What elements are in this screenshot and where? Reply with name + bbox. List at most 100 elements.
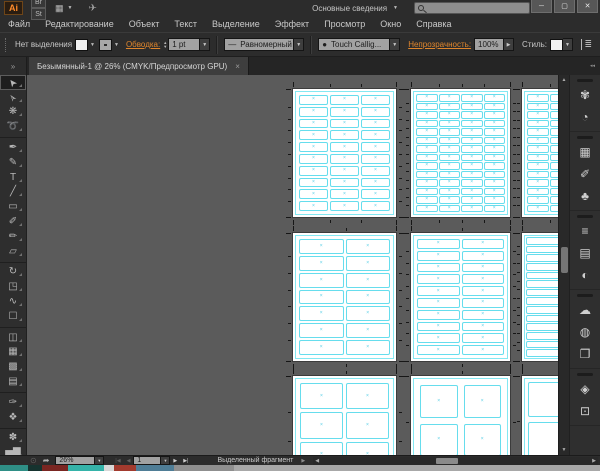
stroke-weight-field[interactable]: 1 pt [168,38,201,51]
control-bar-menu-icon[interactable]: ≣ [581,39,592,50]
stroke-weight-dropdown[interactable]: ▼ [200,38,211,51]
tool-gradient[interactable]: ▤ [0,374,26,389]
tool-eyedropper[interactable]: ✑ [0,395,26,410]
dock-grip[interactable] [577,215,593,218]
gradient-panel-icon[interactable]: ▤ [570,242,600,264]
chevron-down-icon[interactable]: ▼ [114,42,119,48]
bridge-button[interactable]: Br [31,0,46,8]
tool-rectangle[interactable]: ▭ [0,199,26,214]
close-icon[interactable]: × [235,62,240,71]
zoom-percent-icon[interactable]: ⊙ [30,456,37,465]
horizontal-scrollbar[interactable]: ◀ ▶ [313,456,598,466]
tab-bar-collapse-icon[interactable]: ◂◂ [590,63,600,69]
menu-object[interactable]: Объект [129,19,160,29]
stroke-color-swatch[interactable] [99,38,112,51]
appearance-panel-icon[interactable]: ◍ [570,321,600,343]
tool-paintbrush[interactable]: ✐ [0,214,26,229]
scroll-down-icon[interactable]: ▼ [559,445,569,455]
dock-grip[interactable] [577,136,593,139]
cc-libraries-panel-icon[interactable]: ☁ [570,299,600,321]
canvas[interactable] [27,75,558,455]
tool-magic-wand[interactable]: ❋ [0,105,26,120]
tool-lasso[interactable]: ➰ [0,119,26,134]
menu-file[interactable]: Файл [8,19,30,29]
tool-selection[interactable]: ➤ [0,75,26,90]
first-artboard-button[interactable]: |◀ [115,458,120,464]
stroke-weight-stepper[interactable]: ▲ ▼ [163,40,167,49]
opacity-panel-link[interactable]: Непрозрачность: [408,40,471,49]
prev-artboard-button[interactable]: ◀ [127,458,131,464]
tool-curvature[interactable]: ✎ [0,155,26,170]
style-swatch[interactable] [550,38,564,51]
dock-grip[interactable] [577,294,593,297]
opacity-field[interactable]: 100% [474,38,505,51]
artboards-panel-icon[interactable]: ⊡ [570,400,600,422]
close-button[interactable]: ✕ [577,0,598,13]
next-artboard-button[interactable]: ▶ [173,458,177,464]
vertical-scrollbar-thumb[interactable] [561,247,568,273]
graphic-styles-panel-icon[interactable]: ❐ [570,343,600,365]
tool-column-graph[interactable]: ▅▇ [0,445,26,455]
menu-help[interactable]: Справка [416,19,451,29]
tool-shape-builder[interactable]: ◫ [0,330,26,345]
minimize-button[interactable]: ─ [531,0,552,13]
fill-color-swatch[interactable] [75,38,89,51]
brushes-panel-icon[interactable]: ✐ [570,163,600,185]
workspace-switcher[interactable]: Основные сведения ▼ [312,4,402,13]
search-input[interactable] [414,2,530,14]
tool-scale[interactable]: ◳ [0,279,26,294]
zoom-level-field[interactable]: 26% [55,456,96,465]
swatches-panel-icon[interactable]: ▦ [570,141,600,163]
status-popup-icon[interactable]: ▶ [301,458,305,464]
tool-width[interactable]: ∿ [0,294,26,309]
color-panel-icon[interactable]: ✾ [570,84,600,106]
brush-definition-dropdown[interactable]: ● Touch Callig... [318,38,391,51]
dock-grip[interactable] [577,373,593,376]
chevron-down-icon[interactable]: ▼ [90,42,95,48]
menu-edit[interactable]: Редактирование [45,19,114,29]
tool-rotate[interactable]: ↻ [0,265,26,280]
stroke-panel-icon[interactable]: ≡ [570,220,600,242]
artboard-number-dropdown[interactable]: ▼ [161,456,171,465]
menu-window[interactable]: Окно [380,19,401,29]
tool-type[interactable]: T [0,170,26,185]
color-guide-panel-icon[interactable]: ◔ [570,106,600,128]
dock-grip[interactable] [577,79,593,82]
menu-type[interactable]: Текст [174,19,197,29]
scroll-right-icon[interactable]: ▶ [592,456,596,466]
layers-panel-icon[interactable]: ◈ [570,378,600,400]
gpu-performance-icon[interactable]: ✈ [88,3,96,14]
width-profile-dropdown[interactable]: — Равномерный [224,38,295,51]
style-caret[interactable]: ▼ [563,38,574,51]
tool-free-transform[interactable]: ☐ [0,309,26,324]
symbols-panel-icon[interactable]: ♣ [570,185,600,207]
tools-panel-expand-icon[interactable]: » [0,57,27,75]
maximize-button[interactable]: ▢ [554,0,575,13]
tool-direct-selection[interactable]: ➢ [0,90,26,105]
tool-line-segment[interactable]: ╱ [0,185,26,200]
menu-view[interactable]: Просмотр [324,19,365,29]
tool-pencil[interactable]: ✏ [0,229,26,244]
transparency-panel-icon[interactable]: ◐ [570,264,600,286]
vertical-scrollbar[interactable]: ▲ ▼ [558,75,569,455]
scroll-left-icon[interactable]: ◀ [315,456,319,466]
tool-mesh[interactable]: ▩ [0,359,26,374]
menu-effect[interactable]: Эффект [275,19,309,29]
tool-perspective-grid[interactable]: ▦ [0,345,26,360]
opacity-slider-button[interactable]: ▶ [504,38,515,51]
tool-symbol-sprayer[interactable]: ✽ [0,431,26,446]
brush-definition-caret[interactable]: ▼ [390,38,401,51]
zoom-level-dropdown[interactable]: ▼ [95,456,105,465]
width-profile-caret[interactable]: ▼ [294,38,305,51]
last-artboard-button[interactable]: ▶| [183,458,188,464]
tool-pen[interactable]: ✒ [0,140,26,155]
artboard-number-field[interactable]: 1 [133,456,162,465]
arrange-documents-button[interactable]: ▦ ▼ [55,3,76,14]
horizontal-scrollbar-thumb[interactable] [435,457,458,464]
panel-grip[interactable] [5,37,7,52]
export-icon[interactable]: ➦ [43,456,50,465]
menu-select[interactable]: Выделение [212,19,260,29]
tool-blend[interactable]: ❖ [0,410,26,425]
stroke-panel-link[interactable]: Обводка: [126,40,160,49]
document-tab[interactable]: Безымянный-1 @ 26% (CMYK/Предпросмотр GP… [29,57,249,75]
